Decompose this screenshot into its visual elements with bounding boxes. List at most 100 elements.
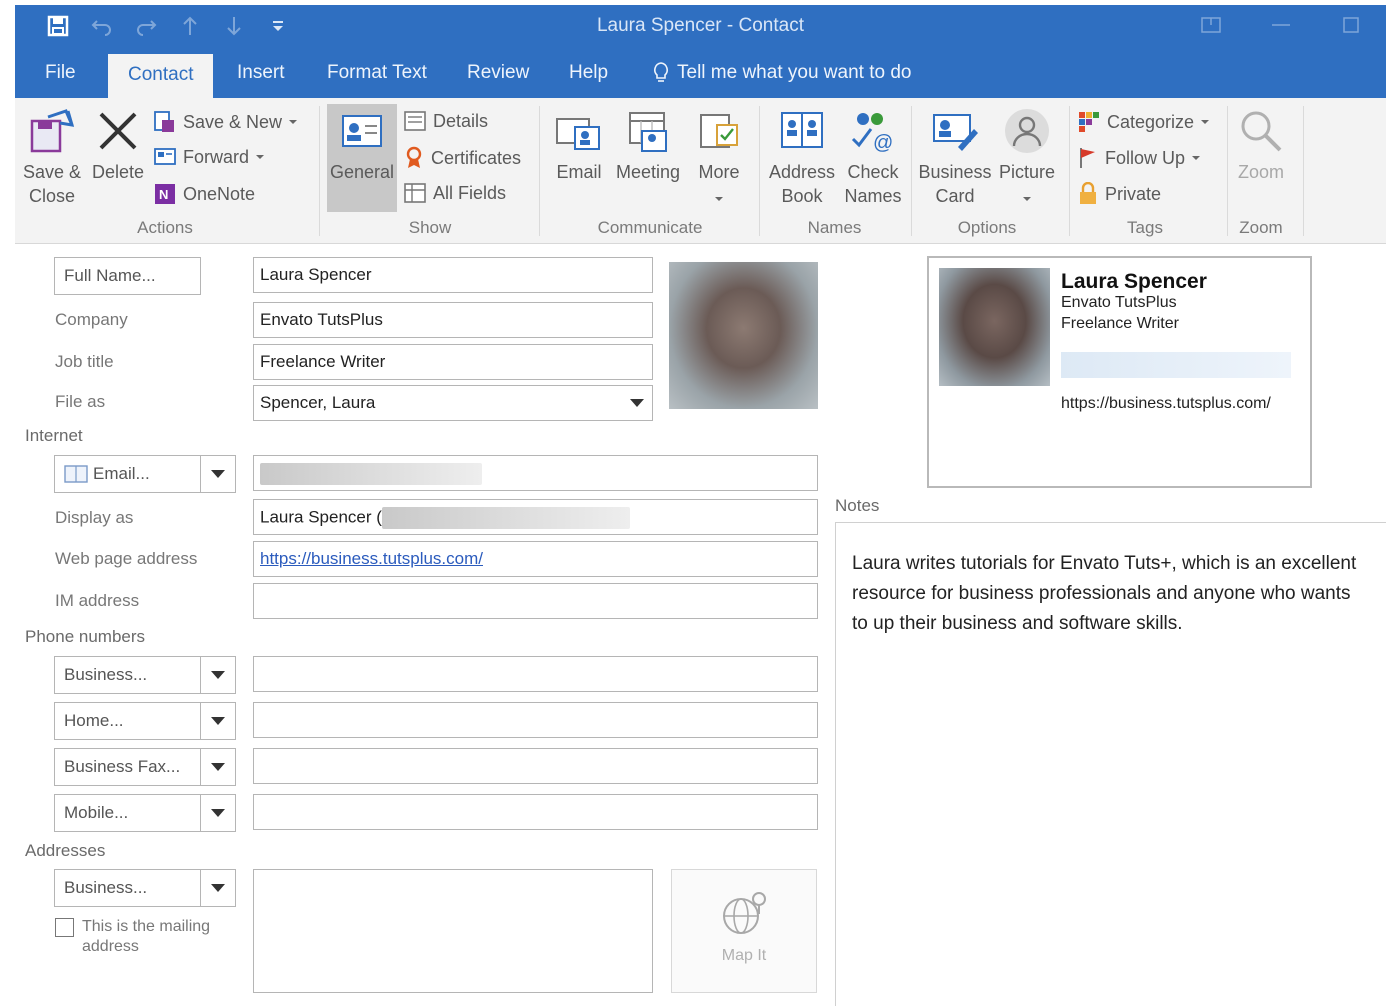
map-it-button[interactable]: Map It [671, 869, 817, 993]
address-book-button[interactable]: Address Book [765, 106, 839, 208]
tab-insert[interactable]: Insert [237, 62, 285, 84]
magnifier-icon [1241, 111, 1282, 152]
phone-business-fax-dropdown[interactable] [200, 748, 236, 786]
tab-help[interactable]: Help [569, 62, 608, 84]
group-tags: Tags [1127, 218, 1163, 237]
general-button[interactable]: General [327, 106, 397, 184]
phone-home-dropdown[interactable] [200, 702, 236, 740]
business-card-preview[interactable]: Laura Spencer Envato TutsPlus Freelance … [927, 256, 1312, 488]
web-page-label: Web page address [55, 549, 198, 568]
tab-contact[interactable]: Contact [108, 54, 214, 98]
all-fields-icon [404, 183, 426, 203]
ribbon-separator [911, 106, 912, 236]
phone-business-button[interactable]: Business... [54, 656, 201, 694]
display-as-field[interactable]: Laura Spencer ( [253, 499, 818, 535]
meeting-button[interactable]: Meeting [613, 106, 683, 184]
ribbon-display-icon[interactable] [1176, 5, 1246, 45]
im-address-label: IM address [55, 591, 140, 610]
categorize-button[interactable]: Categorize [1077, 110, 1210, 134]
categorize-icon [1079, 112, 1099, 132]
zoom-button[interactable]: Zoom [1229, 106, 1293, 184]
web-page-field[interactable]: https://business.tutsplus.com/ [253, 541, 818, 577]
all-fields-button[interactable]: All Fields [403, 182, 506, 204]
internet-section-label: Internet [25, 426, 83, 445]
tab-review[interactable]: Review [467, 62, 529, 84]
phone-home-field[interactable] [253, 702, 818, 738]
display-as-redacted [381, 507, 630, 529]
address-type-dropdown[interactable] [200, 869, 236, 907]
contact-photo[interactable] [669, 262, 818, 409]
certificates-button[interactable]: Certificates [403, 146, 521, 170]
mailing-address-checkbox[interactable] [55, 918, 74, 937]
phone-mobile-field[interactable] [253, 794, 818, 830]
ribbon-separator [759, 106, 760, 236]
email-type-button[interactable]: Email... [54, 455, 201, 493]
address-type-button[interactable]: Business... [54, 869, 201, 907]
email-button[interactable]: Email [549, 106, 609, 184]
details-button[interactable]: Details [403, 110, 488, 132]
picture-person-icon [1005, 109, 1049, 153]
im-address-field[interactable] [253, 583, 818, 619]
picture-button[interactable]: Picture [991, 106, 1063, 208]
phone-business-fax-field[interactable] [253, 748, 818, 784]
notes-label: Notes [835, 496, 880, 515]
addresses-section-label: Addresses [25, 841, 106, 860]
follow-up-button[interactable]: Follow Up [1077, 146, 1201, 170]
svg-text:N: N [159, 187, 168, 202]
phone-business-field[interactable] [253, 656, 818, 692]
minimize-icon[interactable] [1246, 5, 1316, 45]
ribbon-separator [539, 106, 540, 236]
full-name-button[interactable]: Full Name... [54, 257, 201, 295]
phone-business-dropdown[interactable] [200, 656, 236, 694]
dropdown-arrow-icon [211, 671, 225, 679]
chevron-down-icon [715, 197, 723, 201]
group-actions: Actions [137, 218, 193, 237]
ribbon-separator [1069, 106, 1070, 236]
ribbon-separator [1303, 106, 1304, 236]
job-title-field[interactable]: Freelance Writer [253, 344, 653, 380]
tab-format-text[interactable]: Format Text [327, 62, 427, 84]
ribbon-separator [1227, 106, 1228, 236]
chevron-down-icon [1201, 120, 1210, 124]
forward-button[interactable]: Forward [153, 146, 265, 168]
notes-textarea[interactable]: Laura writes tutorials for Envato Tuts+,… [835, 522, 1386, 1006]
tell-me-search[interactable]: Tell me what you want to do [653, 62, 911, 84]
save-new-icon [154, 111, 174, 132]
meeting-calendar-icon [629, 112, 667, 152]
details-icon [404, 111, 426, 131]
business-card-button[interactable]: Business Card [917, 106, 993, 208]
delete-button[interactable]: Delete [87, 106, 149, 184]
save-new-button[interactable]: Save & New [153, 110, 298, 134]
web-page-link[interactable]: https://business.tutsplus.com/ [260, 549, 483, 568]
dropdown-arrow-icon [211, 717, 225, 725]
dropdown-arrow-icon [211, 763, 225, 771]
job-title-label: Job title [55, 352, 114, 371]
full-name-field[interactable]: Laura Spencer [253, 257, 653, 293]
globe-pin-icon [723, 892, 766, 934]
chevron-down-icon [256, 155, 265, 159]
email-field[interactable] [253, 455, 818, 491]
phone-business-fax-button[interactable]: Business Fax... [54, 748, 201, 786]
save-close-button[interactable]: Save & Close [21, 106, 83, 208]
ribbon: Save & Close Delete Save & New Forward N… [15, 98, 1386, 244]
tab-file[interactable]: File [45, 62, 76, 84]
maximize-icon[interactable] [1316, 5, 1386, 45]
chevron-down-icon [1192, 156, 1201, 160]
card-company: Envato TutsPlus [1061, 294, 1177, 311]
phone-home-button[interactable]: Home... [54, 702, 201, 740]
file-as-select[interactable]: Spencer, Laura [253, 385, 653, 421]
company-field[interactable]: Envato TutsPlus [253, 302, 653, 338]
phone-mobile-dropdown[interactable] [200, 794, 236, 832]
onenote-button[interactable]: N OneNote [153, 182, 255, 206]
card-url: https://business.tutsplus.com/ [1061, 395, 1271, 412]
ribbon-separator [319, 106, 320, 236]
phone-mobile-button[interactable]: Mobile... [54, 794, 201, 832]
private-button[interactable]: Private [1077, 182, 1161, 206]
check-names-icon: @ [851, 113, 893, 153]
email-type-dropdown[interactable] [200, 455, 236, 493]
check-names-button[interactable]: @ Check Names [841, 106, 905, 208]
onenote-icon: N [155, 184, 175, 204]
title-bar: Laura Spencer - Contact [15, 5, 1386, 57]
address-textarea[interactable] [253, 869, 653, 993]
more-button[interactable]: More [687, 106, 751, 208]
